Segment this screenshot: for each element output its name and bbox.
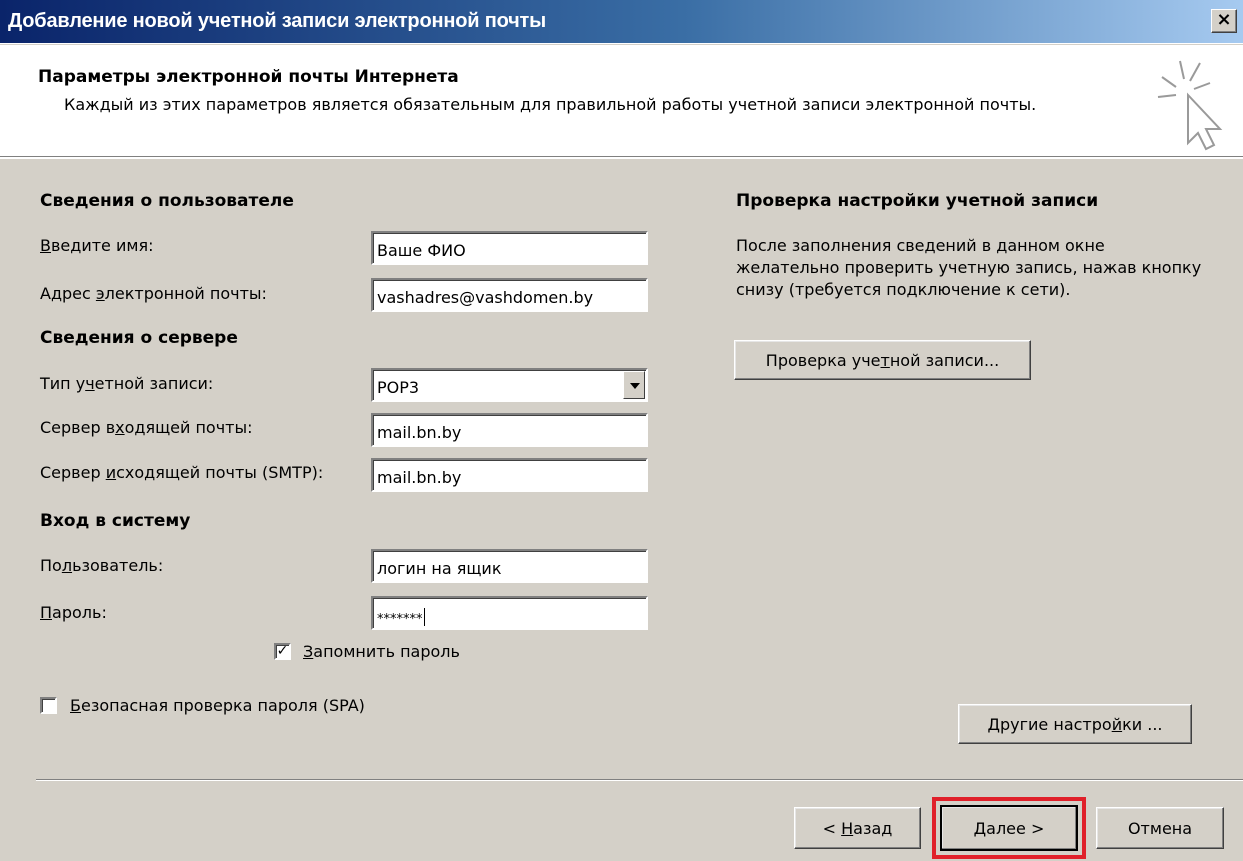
email-label: Адрес электронной почты:: [40, 284, 267, 303]
title-bar: Добавление новой учетной записи электрон…: [0, 0, 1243, 44]
user-name-field[interactable]: логин на ящик: [371, 549, 648, 583]
cancel-button[interactable]: Отмена: [1096, 807, 1224, 849]
text-caret: [423, 608, 425, 626]
name-label: Введите имя:: [40, 236, 154, 255]
remember-password-checkbox[interactable]: ✓: [274, 643, 291, 660]
header-description: Каждый из этих параметров является обяза…: [64, 95, 1037, 114]
user-info-title: Сведения о пользователе: [40, 191, 294, 211]
test-settings-title: Проверка настройки учетной записи: [736, 191, 1099, 211]
outgoing-server-field[interactable]: mail.bn.by: [371, 458, 648, 492]
incoming-server-label: Сервер входящей почты:: [40, 418, 253, 437]
name-field[interactable]: Ваше ФИО: [371, 231, 648, 265]
header-title: Параметры электронной почты Интернета: [38, 67, 459, 87]
user-name-label: Пользователь:: [40, 556, 164, 575]
next-button-highlight: [932, 797, 1086, 859]
header-separator: [0, 157, 1243, 159]
password-label: Пароль:: [40, 603, 107, 622]
wizard-cursor-icon: [1157, 60, 1223, 151]
account-type-label: Тип учетной записи:: [40, 374, 214, 393]
password-value: *******: [377, 612, 423, 627]
account-type-value: POP3: [377, 378, 420, 397]
password-field[interactable]: *******: [371, 596, 648, 630]
spa-label[interactable]: Безопасная проверка пароля (SPA): [70, 696, 365, 715]
account-type-select[interactable]: POP3: [371, 368, 648, 402]
chevron-down-icon[interactable]: [623, 371, 645, 399]
checkmark-icon: ✓: [276, 643, 289, 659]
footer-separator-highlight: [36, 780, 1243, 781]
test-account-button[interactable]: Проверка учетной записи...: [734, 340, 1031, 380]
test-settings-description: После заполнения сведений в данном окне …: [736, 236, 1202, 299]
spa-checkbox[interactable]: [40, 697, 57, 714]
wizard-header: Параметры электронной почты Интернета Ка…: [0, 45, 1243, 157]
email-field[interactable]: vashadres@vashdomen.by: [371, 278, 648, 312]
close-button[interactable]: ×: [1211, 9, 1237, 33]
more-settings-button[interactable]: Другие настройки ...: [958, 704, 1192, 744]
logon-title: Вход в систему: [40, 511, 191, 531]
server-info-title: Сведения о сервере: [40, 328, 238, 348]
close-icon: ×: [1216, 9, 1232, 30]
incoming-server-field[interactable]: mail.bn.by: [371, 413, 648, 447]
remember-password-label[interactable]: Запомнить пароль: [303, 642, 460, 661]
back-button[interactable]: < Назад: [794, 807, 921, 849]
outgoing-server-label: Сервер исходящей почты (SMTP):: [40, 463, 324, 482]
window-title: Добавление новой учетной записи электрон…: [8, 10, 546, 32]
